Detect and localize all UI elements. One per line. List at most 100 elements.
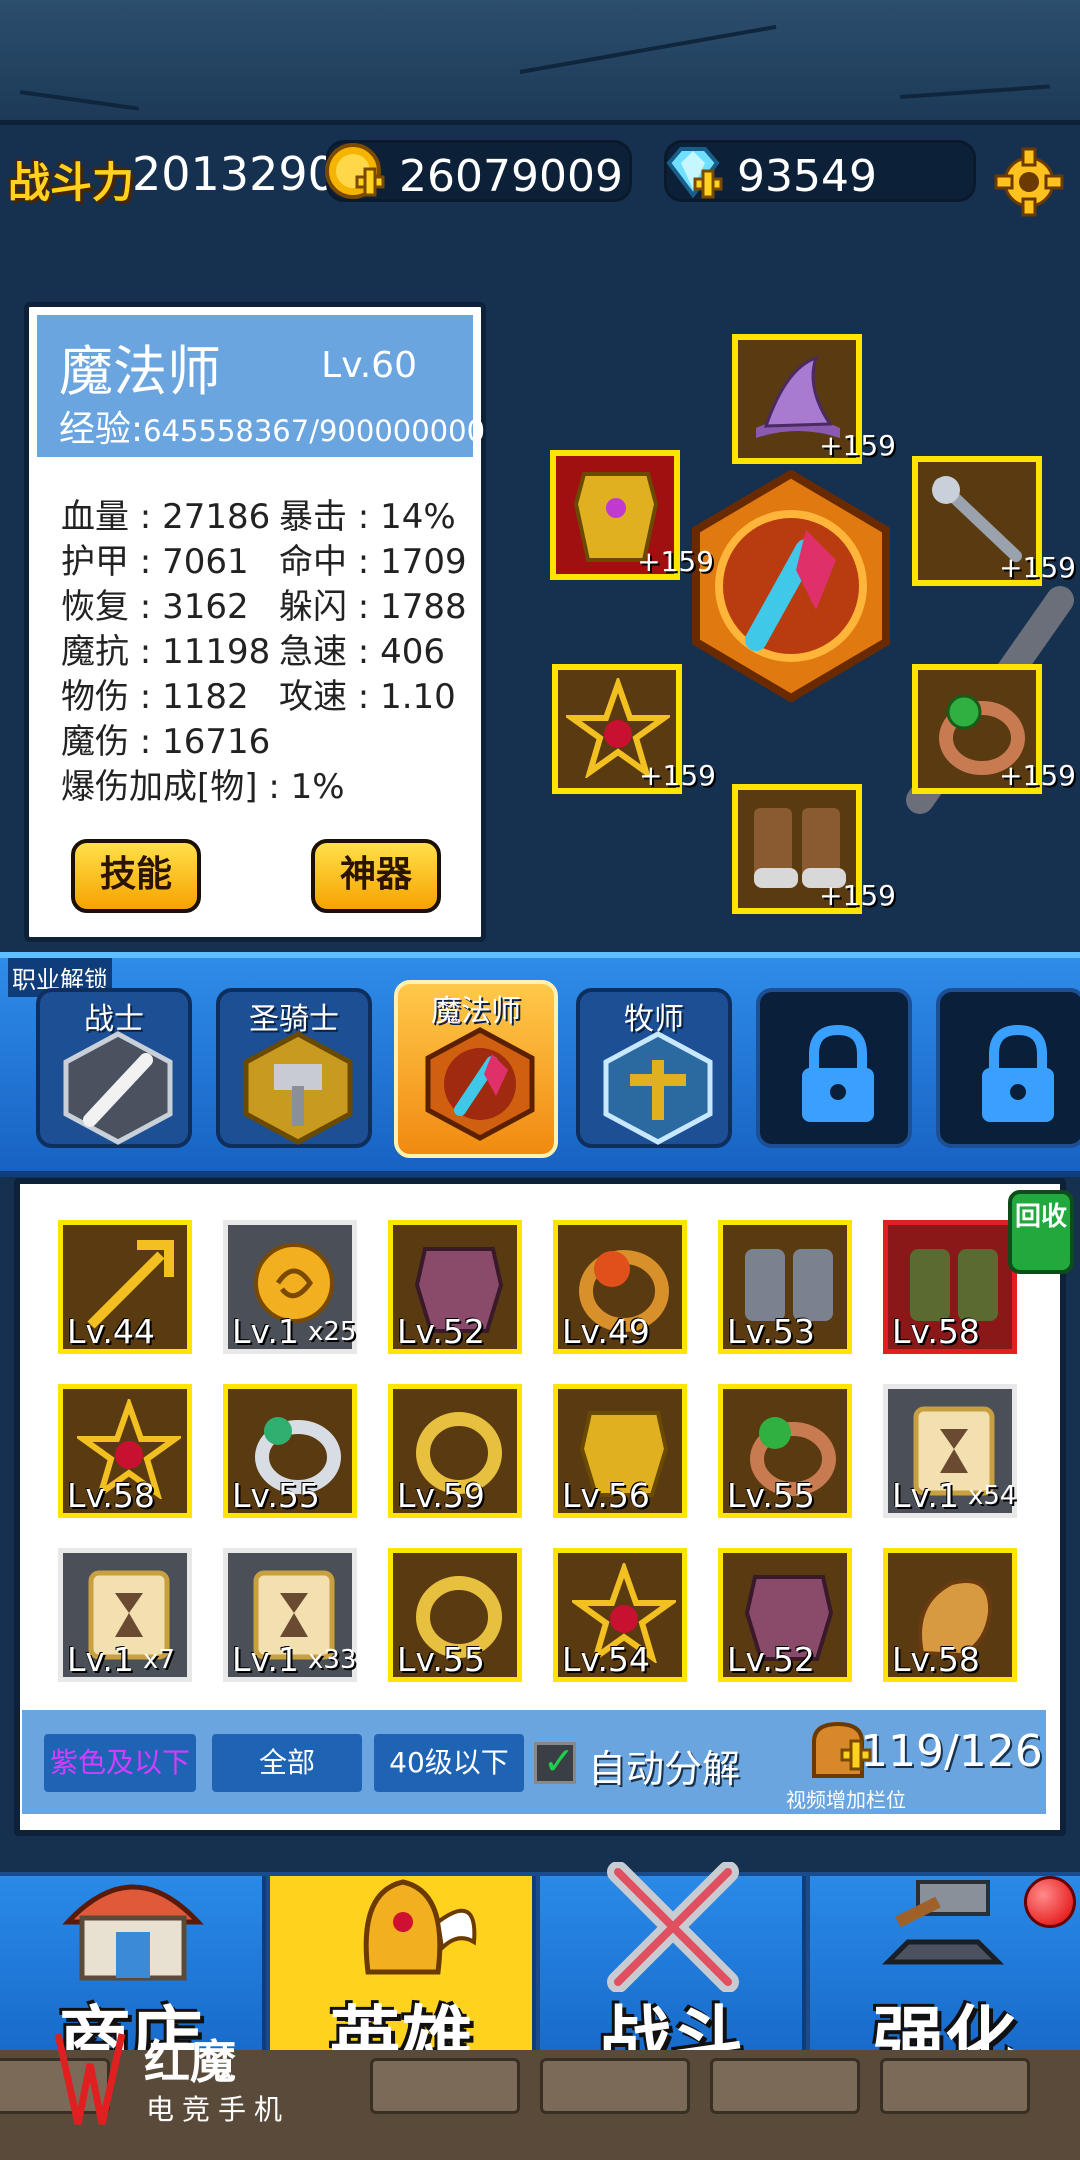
item-level: Lv.59 xyxy=(397,1476,485,1515)
inventory-item[interactable]: Lv.56 xyxy=(553,1384,687,1518)
item-count: x25 xyxy=(308,1317,357,1347)
enhance-level: +159 xyxy=(637,545,714,578)
item-level: Lv.52 xyxy=(727,1640,815,1679)
item-level: Lv.54 xyxy=(562,1640,650,1679)
hero-exp: 经验:645558367/900000000 xyxy=(59,400,485,452)
item-level: Lv.1 xyxy=(892,1476,959,1515)
gold-pill[interactable]: 26079009 xyxy=(325,140,632,202)
equip-slot-boots[interactable]: +159 xyxy=(732,784,896,914)
gold-value: 26079009 xyxy=(399,151,623,202)
class-tab-locked[interactable] xyxy=(756,988,912,1148)
item-level: Lv.44 xyxy=(67,1312,155,1351)
inventory-item[interactable]: Lv.52 xyxy=(388,1220,522,1354)
item-level: Lv.58 xyxy=(892,1312,980,1351)
filter-level-button[interactable]: 40级以下 xyxy=(374,1734,524,1792)
inventory-item[interactable]: Lv.1 x25 xyxy=(223,1220,357,1354)
item-level: Lv.56 xyxy=(562,1476,650,1515)
sword-emblem-icon xyxy=(63,1031,173,1145)
item-level: Lv.53 xyxy=(727,1312,815,1351)
inventory-filter-bar: 紫色及以下 全部 40级以下 ✓ 自动分解 119/126 视频增加栏位 xyxy=(22,1710,1046,1814)
stat-crit: 暴击 : 14% xyxy=(279,497,456,537)
item-level: Lv.52 xyxy=(397,1312,485,1351)
bag-expand-hint: 视频增加栏位 xyxy=(786,1788,906,1812)
equip-slot-hat[interactable]: +159 xyxy=(732,334,896,464)
diamond-pill[interactable]: 93549 xyxy=(664,140,976,202)
recycle-button[interactable]: 回收 xyxy=(1008,1190,1074,1274)
watermark-subtitle: 电竞手机 xyxy=(146,2093,291,2126)
inventory-item[interactable]: Lv.49 xyxy=(553,1220,687,1354)
rock-crack xyxy=(19,90,140,111)
stat-regen: 恢复 : 3162 xyxy=(61,587,249,627)
diamond-value: 93549 xyxy=(737,151,877,202)
item-count: x33 xyxy=(308,1645,357,1675)
inventory-item[interactable]: Lv.44 xyxy=(58,1220,192,1354)
inventory-item[interactable]: Lv.55 xyxy=(223,1384,357,1518)
shop-icon xyxy=(62,1884,204,1981)
inventory-item[interactable]: Lv.54 xyxy=(553,1548,687,1682)
rock-crack xyxy=(899,84,1050,99)
skill-button[interactable]: 技能 xyxy=(71,839,201,913)
hero-name: 魔法师 xyxy=(59,340,221,403)
enhance-level: +159 xyxy=(639,759,716,792)
equip-slot-weapon[interactable]: +159 xyxy=(912,456,1076,586)
inventory-item[interactable]: Lv.59 xyxy=(388,1384,522,1518)
lock-icon xyxy=(802,1024,874,1122)
inventory-item[interactable]: Lv.55 xyxy=(388,1548,522,1682)
brick xyxy=(540,2058,690,2114)
stat-armor: 护甲 : 7061 xyxy=(61,542,249,582)
enhance-level: +159 xyxy=(999,759,1076,792)
hero-level: Lv.60 xyxy=(321,345,417,386)
inventory-item[interactable]: Lv.1 x33 xyxy=(223,1548,357,1682)
item-level: Lv.1 xyxy=(232,1640,299,1679)
enhance-level: +159 xyxy=(819,429,896,462)
item-level: Lv.49 xyxy=(562,1312,650,1351)
settings-gear-icon[interactable] xyxy=(992,145,1066,219)
stat-hit: 命中 : 1709 xyxy=(279,542,467,582)
crossed-swords-icon xyxy=(607,1862,739,1992)
inventory-item[interactable]: Lv.58 xyxy=(883,1548,1017,1682)
power-value: 2013290 xyxy=(132,147,337,201)
stat-dodge: 躲闪 : 1788 xyxy=(279,587,467,627)
artifact-button[interactable]: 神器 xyxy=(311,839,441,913)
rock-crack xyxy=(519,24,777,74)
priest-emblem-icon xyxy=(603,1031,713,1145)
equip-slot-armor[interactable]: +159 xyxy=(550,450,714,580)
brick xyxy=(880,2058,1030,2114)
winged-helmet-icon xyxy=(363,1879,477,1975)
filter-purple-button[interactable]: 紫色及以下 xyxy=(44,1734,196,1792)
hero-info-panel: 魔法师 Lv.60 经验:645558367/900000000 血量 : 27… xyxy=(24,302,486,942)
notification-dot xyxy=(1024,1876,1076,1928)
gold-coin-plus-icon xyxy=(325,143,385,199)
inventory-item[interactable]: Lv.58 xyxy=(883,1220,1017,1354)
class-tab-warrior[interactable]: 战士 xyxy=(36,988,192,1148)
exp-label: 经验: xyxy=(59,409,144,450)
item-level: Lv.55 xyxy=(397,1640,485,1679)
class-tab-priest[interactable]: 牧师 xyxy=(576,988,732,1148)
inventory-item[interactable]: Lv.55 xyxy=(718,1384,852,1518)
inventory-item[interactable]: Lv.1 x54 xyxy=(883,1384,1017,1518)
stat-physical-dmg: 物伤 : 1182 xyxy=(61,677,249,717)
diamond-plus-icon xyxy=(666,147,723,199)
item-level: Lv.58 xyxy=(67,1476,155,1515)
class-tab-paladin[interactable]: 圣骑士 xyxy=(216,988,372,1148)
class-tab-locked[interactable] xyxy=(936,988,1080,1148)
stat-haste: 急速 : 406 xyxy=(279,632,445,672)
class-emblem-icon xyxy=(692,470,890,703)
inventory-item[interactable]: Lv.1 x7 xyxy=(58,1548,192,1682)
class-tab-mage[interactable]: 魔法师 xyxy=(394,980,558,1158)
inventory-item[interactable]: Lv.53 xyxy=(718,1220,852,1354)
class-bar: 职业解锁 战士 圣骑士 魔法师 牧师 xyxy=(0,952,1080,1177)
filter-all-button[interactable]: 全部 xyxy=(212,1734,362,1792)
inventory-item[interactable]: Lv.52 xyxy=(718,1548,852,1682)
resource-header: 战斗力 2013290 26079009 93549 xyxy=(0,125,1080,220)
enhance-level: +159 xyxy=(819,879,896,912)
auto-decompose-checkbox[interactable]: ✓ xyxy=(534,1739,576,1784)
item-count: x54 xyxy=(968,1481,1017,1511)
mage-emblem-icon xyxy=(425,1027,535,1141)
checkmark-icon: ✓ xyxy=(543,1739,575,1783)
inventory-item[interactable]: Lv.58 xyxy=(58,1384,192,1518)
equip-slot-ring[interactable]: +159 xyxy=(912,664,1076,794)
stat-crit-bonus: 爆伤加成[物] : 1% xyxy=(61,767,345,807)
brick xyxy=(370,2058,520,2114)
equip-slot-amulet[interactable]: +159 xyxy=(552,664,716,794)
